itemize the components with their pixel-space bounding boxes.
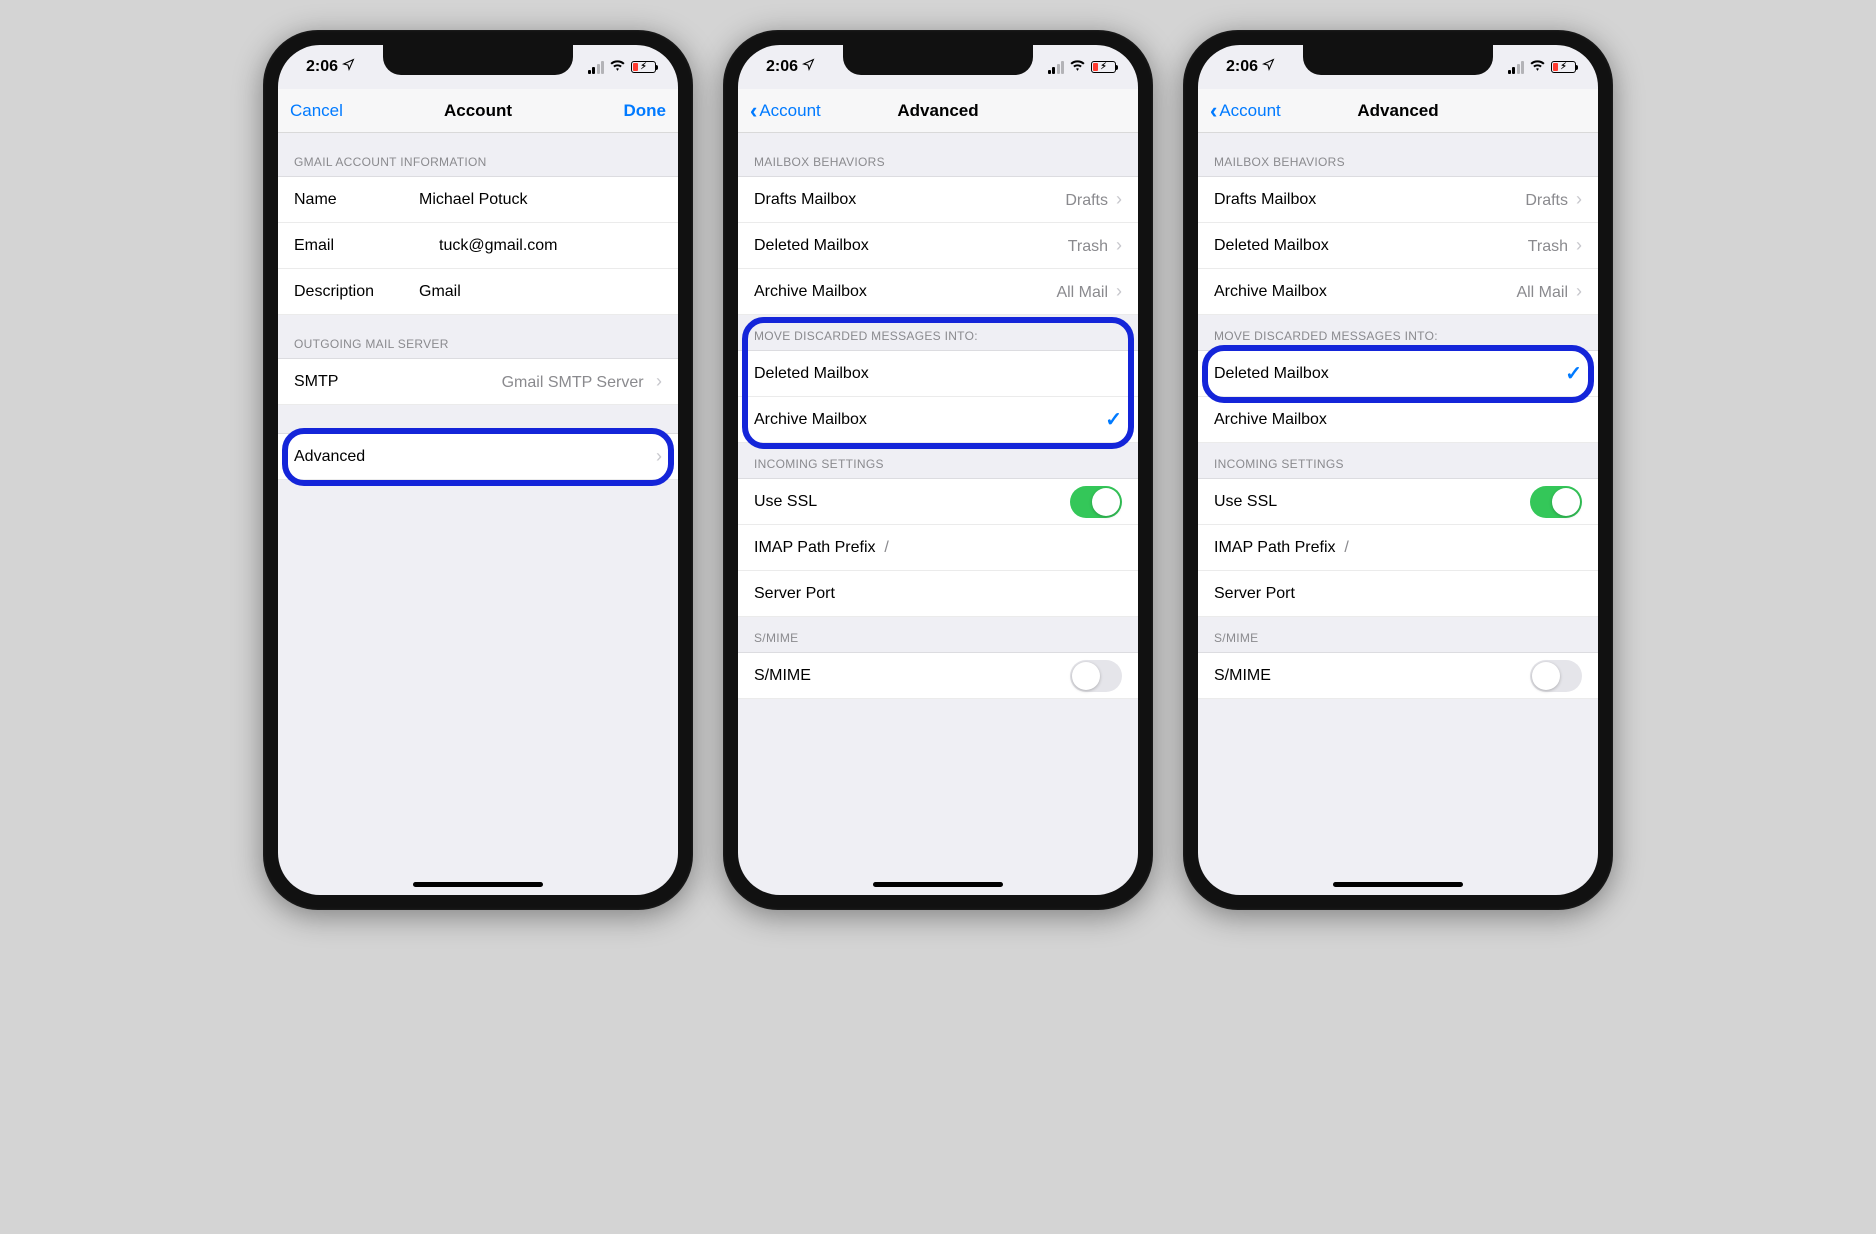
battery-icon: ⚡︎ bbox=[631, 61, 656, 73]
cellular-icon bbox=[588, 61, 605, 74]
phone-mockup-1: 2:06 ⚡︎ Cancel Account Done bbox=[263, 30, 693, 910]
row-smime[interactable]: S/MIME bbox=[1198, 653, 1598, 699]
cellular-icon bbox=[1048, 61, 1065, 74]
nav-bar: ‹ Account Advanced bbox=[1198, 89, 1598, 133]
phone-mockup-2: 2:06 ⚡︎ ‹ Account Advanced bbox=[723, 30, 1153, 910]
home-indicator[interactable] bbox=[413, 882, 543, 887]
chevron-right-icon: › bbox=[1576, 235, 1582, 255]
section-header-account-info: GMAIL ACCOUNT INFORMATION bbox=[278, 133, 678, 176]
cellular-icon bbox=[1508, 61, 1525, 74]
section-header-mailbox-behaviors: MAILBOX BEHAVIORS bbox=[1198, 133, 1598, 176]
chevron-right-icon: › bbox=[1116, 235, 1122, 255]
row-advanced-label: Advanced bbox=[294, 448, 365, 466]
location-icon bbox=[1262, 58, 1275, 76]
chevron-right-icon: › bbox=[1116, 189, 1122, 209]
row-name-key: Name bbox=[294, 191, 389, 209]
row-advanced[interactable]: Advanced › bbox=[278, 434, 678, 480]
status-time: 2:06 bbox=[1226, 58, 1258, 76]
section-header-incoming: INCOMING SETTINGS bbox=[738, 443, 1138, 478]
location-icon bbox=[802, 58, 815, 76]
section-header-mailbox-behaviors: MAILBOX BEHAVIORS bbox=[738, 133, 1138, 176]
wifi-icon bbox=[609, 58, 626, 76]
home-indicator[interactable] bbox=[873, 882, 1003, 887]
section-header-incoming: INCOMING SETTINGS bbox=[1198, 443, 1598, 478]
device-notch bbox=[1303, 45, 1493, 75]
row-option-archive-mailbox[interactable]: Archive Mailbox bbox=[1198, 397, 1598, 443]
row-drafts-mailbox[interactable]: Drafts Mailbox Drafts› bbox=[738, 177, 1138, 223]
toggle-smime[interactable] bbox=[1070, 660, 1122, 692]
chevron-right-icon: › bbox=[1116, 281, 1122, 301]
wifi-icon bbox=[1069, 58, 1086, 76]
status-time: 2:06 bbox=[306, 58, 338, 76]
cancel-button[interactable]: Cancel bbox=[290, 101, 343, 121]
row-description-value: Gmail bbox=[419, 283, 461, 301]
section-header-smime: S/MIME bbox=[738, 617, 1138, 652]
row-description[interactable]: Description Gmail bbox=[278, 269, 678, 315]
row-smime[interactable]: S/MIME bbox=[738, 653, 1138, 699]
nav-bar: Cancel Account Done bbox=[278, 89, 678, 133]
section-header-outgoing: OUTGOING MAIL SERVER bbox=[278, 315, 678, 358]
back-button[interactable]: ‹ Account bbox=[1210, 100, 1281, 122]
row-archive-mailbox[interactable]: Archive Mailbox All Mail› bbox=[1198, 269, 1598, 315]
row-option-deleted-mailbox[interactable]: Deleted Mailbox ✓ bbox=[1198, 351, 1598, 397]
status-time: 2:06 bbox=[766, 58, 798, 76]
chevron-right-icon: › bbox=[1576, 189, 1582, 209]
checkmark-icon: ✓ bbox=[1105, 407, 1122, 432]
row-email-key: Email bbox=[294, 237, 389, 255]
row-email[interactable]: Email tuck@gmail.com bbox=[278, 223, 678, 269]
back-label: Account bbox=[759, 101, 820, 121]
row-email-value: tuck@gmail.com bbox=[439, 237, 558, 255]
chevron-right-icon: › bbox=[656, 446, 662, 467]
back-label: Account bbox=[1219, 101, 1280, 121]
chevron-right-icon: › bbox=[656, 371, 662, 391]
row-drafts-mailbox[interactable]: Drafts Mailbox Drafts› bbox=[1198, 177, 1598, 223]
row-deleted-mailbox[interactable]: Deleted Mailbox Trash› bbox=[1198, 223, 1598, 269]
row-description-key: Description bbox=[294, 283, 389, 301]
battery-icon: ⚡︎ bbox=[1091, 61, 1116, 73]
battery-icon: ⚡︎ bbox=[1551, 61, 1576, 73]
row-option-archive-mailbox[interactable]: Archive Mailbox ✓ bbox=[738, 397, 1138, 443]
chevron-left-icon: ‹ bbox=[1210, 100, 1217, 122]
row-smtp-value: Gmail SMTP Server bbox=[502, 374, 644, 391]
row-name[interactable]: Name Michael Potuck bbox=[278, 177, 678, 223]
row-smtp[interactable]: SMTP Gmail SMTP Server › bbox=[278, 359, 678, 405]
toggle-ssl[interactable] bbox=[1530, 486, 1582, 518]
device-notch bbox=[843, 45, 1033, 75]
row-use-ssl[interactable]: Use SSL bbox=[738, 479, 1138, 525]
nav-bar: ‹ Account Advanced bbox=[738, 89, 1138, 133]
row-deleted-mailbox[interactable]: Deleted Mailbox Trash› bbox=[738, 223, 1138, 269]
row-smtp-key: SMTP bbox=[294, 373, 338, 391]
toggle-smime[interactable] bbox=[1530, 660, 1582, 692]
section-header-move-discarded: MOVE DISCARDED MESSAGES INTO: bbox=[1198, 315, 1598, 350]
location-icon bbox=[342, 58, 355, 76]
row-use-ssl[interactable]: Use SSL bbox=[1198, 479, 1598, 525]
row-server-port[interactable]: Server Port bbox=[1198, 571, 1598, 617]
phone-mockup-3: 2:06 ⚡︎ ‹ Account Advanced bbox=[1183, 30, 1613, 910]
device-notch bbox=[383, 45, 573, 75]
chevron-left-icon: ‹ bbox=[750, 100, 757, 122]
toggle-ssl[interactable] bbox=[1070, 486, 1122, 518]
row-server-port[interactable]: Server Port bbox=[738, 571, 1138, 617]
row-archive-mailbox[interactable]: Archive Mailbox All Mail› bbox=[738, 269, 1138, 315]
home-indicator[interactable] bbox=[1333, 882, 1463, 887]
wifi-icon bbox=[1529, 58, 1546, 76]
chevron-right-icon: › bbox=[1576, 281, 1582, 301]
row-name-value: Michael Potuck bbox=[419, 191, 528, 209]
row-option-deleted-mailbox[interactable]: Deleted Mailbox bbox=[738, 351, 1138, 397]
section-header-smime: S/MIME bbox=[1198, 617, 1598, 652]
checkmark-icon: ✓ bbox=[1565, 361, 1582, 386]
section-header-move-discarded: MOVE DISCARDED MESSAGES INTO: bbox=[738, 315, 1138, 350]
row-imap-prefix[interactable]: IMAP Path Prefix / bbox=[738, 525, 1138, 571]
back-button[interactable]: ‹ Account bbox=[750, 100, 821, 122]
done-button[interactable]: Done bbox=[624, 101, 667, 121]
row-imap-prefix[interactable]: IMAP Path Prefix / bbox=[1198, 525, 1598, 571]
